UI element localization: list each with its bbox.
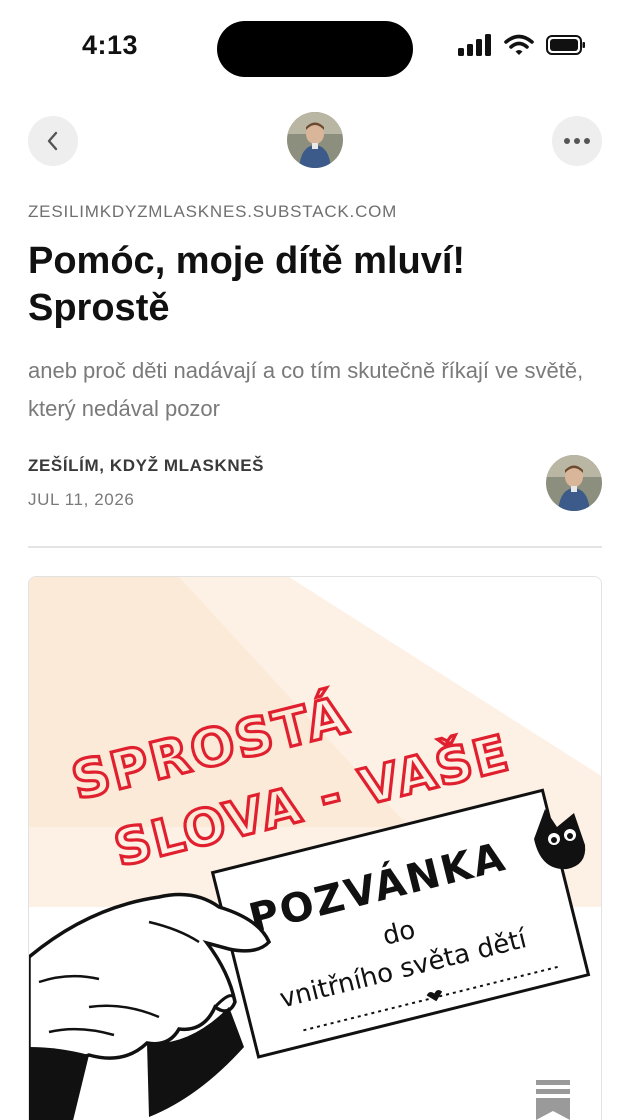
back-button[interactable] [28,116,78,166]
post-subtitle: aneb proč děti nadávají a co tím skutečn… [28,358,584,421]
battery-icon [546,35,585,55]
chevron-left-icon [47,131,58,151]
more-horizontal-icon [564,138,590,144]
publication-avatar[interactable] [287,112,343,168]
author-name[interactable]: ZEŠÍLÍM, KDYŽ MLASKNEŠ [28,456,264,476]
post-nav-bar [0,112,630,170]
status-time: 4:13 [82,30,139,60]
cover-image[interactable]: SPROSTÁ SLOVA - VAŠE POZVÁNKA do vnitřní… [28,576,602,1120]
post-date: JUL 11, 2026 [28,490,135,509]
more-options-button[interactable] [552,116,602,166]
status-bar: 4:13 [0,0,630,96]
bookmark-icon[interactable] [534,1078,572,1120]
wifi-icon [504,34,534,55]
publication-url[interactable]: ZESILIMKDYZMLASKNES.SUBSTACK.COM [28,202,397,222]
header-divider [28,546,602,548]
dynamic-island [217,21,413,77]
signal-icon [458,34,491,56]
status-icons [458,34,586,56]
author-avatar[interactable] [546,455,602,511]
post-title: Pomóc, moje dítě mluví! Sprostě [28,240,466,329]
